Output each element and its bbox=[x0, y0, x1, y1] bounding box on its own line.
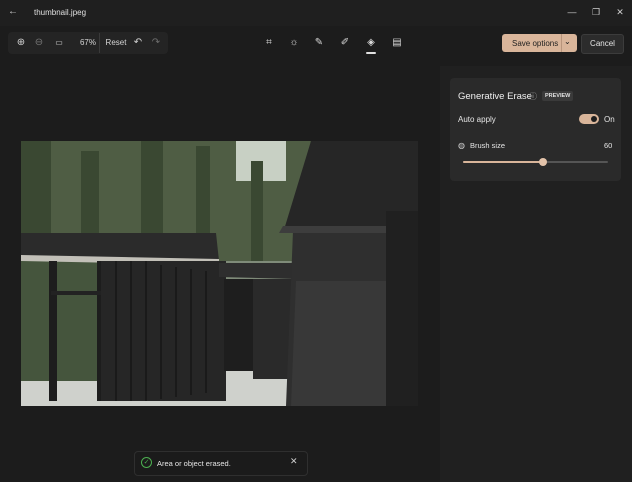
reset-button[interactable]: Reset bbox=[103, 33, 129, 53]
toolbar-divider bbox=[99, 33, 100, 53]
minimize-icon[interactable]: — bbox=[562, 4, 582, 20]
toggle-knob bbox=[591, 116, 597, 122]
zoom-level: 67% bbox=[79, 38, 96, 47]
chevron-down-icon[interactable]: ⌄ bbox=[564, 37, 571, 46]
auto-apply-label: Auto apply bbox=[458, 115, 496, 124]
undo-icon[interactable]: ↶ bbox=[130, 33, 146, 53]
preview-badge: PREVIEW bbox=[542, 91, 574, 101]
info-icon[interactable]: ⓘ bbox=[529, 91, 537, 102]
edited-photo[interactable] bbox=[21, 141, 418, 406]
back-arrow-icon[interactable]: ← bbox=[6, 5, 20, 19]
active-tool-indicator bbox=[366, 52, 376, 54]
crop-icon[interactable]: ⌗ bbox=[259, 34, 279, 52]
close-icon[interactable]: ✕ bbox=[610, 4, 630, 20]
brush-size-value: 60 bbox=[604, 141, 613, 150]
filter-icon[interactable]: ▤ bbox=[387, 34, 407, 52]
toast-message: Area or object erased. bbox=[157, 459, 231, 468]
maximize-icon[interactable]: ❐ bbox=[586, 4, 606, 20]
close-toast-icon[interactable]: ✕ bbox=[290, 456, 298, 467]
photo-image bbox=[21, 141, 418, 406]
title-bar bbox=[0, 0, 632, 26]
markup-icon[interactable]: ✎ bbox=[309, 34, 329, 52]
brush-size-label: Brush size bbox=[470, 141, 506, 150]
slider-fill bbox=[463, 161, 543, 163]
fit-to-window-icon[interactable]: ▭ bbox=[50, 33, 68, 53]
draw-icon[interactable]: ✐ bbox=[335, 34, 355, 52]
panel-title: Generative Erase bbox=[458, 91, 532, 102]
zoom-out-icon[interactable]: ⊖ bbox=[30, 33, 48, 53]
brush-icon: ◍ bbox=[458, 141, 465, 150]
auto-apply-toggle[interactable] bbox=[579, 114, 599, 124]
check-circle-icon: ✓ bbox=[141, 457, 152, 468]
erase-icon[interactable]: ◈ bbox=[361, 34, 381, 52]
redo-icon[interactable]: ↷ bbox=[148, 33, 164, 53]
auto-apply-state: On bbox=[604, 115, 615, 124]
adjust-icon[interactable]: ☼ bbox=[284, 34, 304, 52]
window-title: thumbnail.jpeg bbox=[34, 8, 87, 17]
slider-thumb[interactable] bbox=[538, 158, 547, 166]
split-divider bbox=[561, 34, 562, 52]
save-options-label: Save options bbox=[512, 39, 559, 48]
zoom-in-icon[interactable]: ⊕ bbox=[12, 33, 30, 53]
save-options-button[interactable]: Save options ⌄ bbox=[502, 34, 577, 52]
cancel-button[interactable]: Cancel bbox=[581, 34, 624, 54]
toast-notification: ✓ Area or object erased. ✕ bbox=[134, 451, 308, 476]
brush-size-slider[interactable] bbox=[463, 158, 608, 166]
